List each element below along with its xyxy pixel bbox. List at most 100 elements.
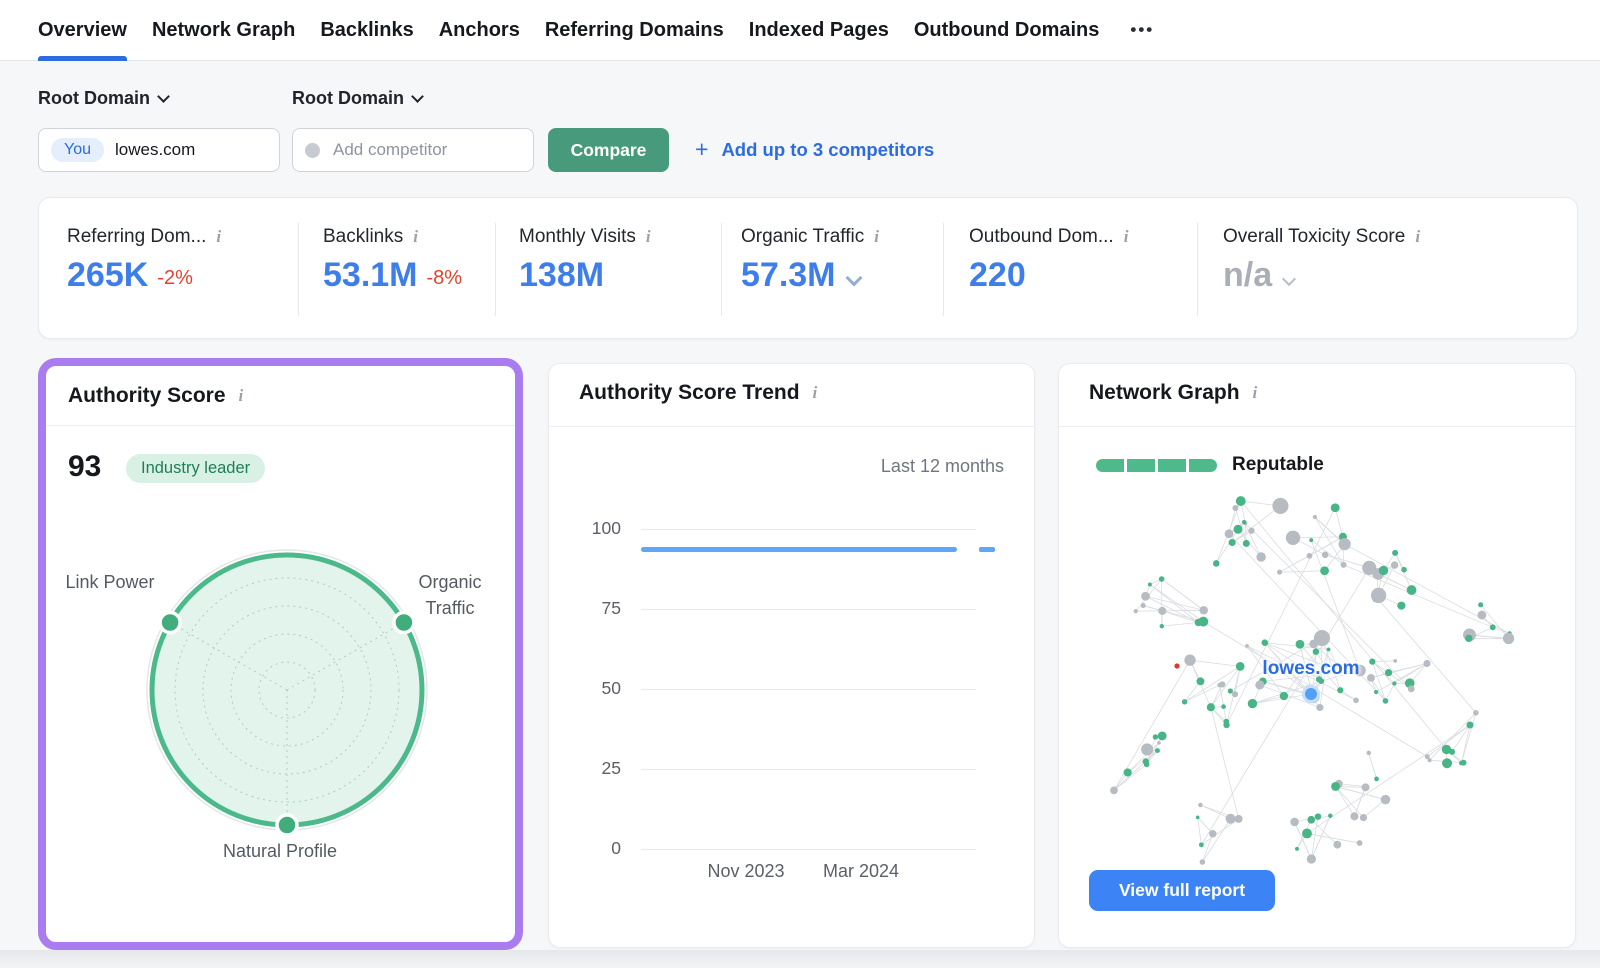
network-node xyxy=(1223,719,1229,725)
tab-referring-domains[interactable]: Referring Domains xyxy=(545,0,724,61)
tab-backlinks[interactable]: Backlinks xyxy=(320,0,413,61)
network-node xyxy=(1333,841,1341,849)
network-node xyxy=(1226,814,1236,824)
y-axis-tick: 75 xyxy=(563,598,621,619)
organic-traffic-dropdown[interactable]: 57.3M xyxy=(741,258,879,292)
network-node xyxy=(1160,624,1164,628)
info-icon[interactable]: i xyxy=(216,227,221,247)
radar-point-natural-profile xyxy=(277,815,297,835)
backlink-analytics-page: Overview Network Graph Backlinks Anchors… xyxy=(0,0,1600,968)
network-node xyxy=(1401,567,1407,573)
x-axis-tick: Nov 2023 xyxy=(686,861,806,882)
info-icon[interactable]: i xyxy=(413,227,418,247)
network-node xyxy=(1302,829,1312,839)
divider xyxy=(1197,223,1198,316)
network-node xyxy=(1219,681,1225,687)
network-node xyxy=(1286,531,1300,545)
info-icon[interactable]: i xyxy=(1415,227,1420,247)
network-node xyxy=(1465,635,1472,642)
network-node xyxy=(1442,758,1452,768)
network-graph-card: Network Graph i Reputable lowes.com View… xyxy=(1058,363,1576,948)
page-bottom-strip xyxy=(0,950,1600,968)
network-node xyxy=(1328,813,1332,817)
network-graph-visualization[interactable] xyxy=(1059,364,1577,949)
info-icon[interactable]: i xyxy=(1124,227,1129,247)
chevron-down-icon xyxy=(1282,272,1296,286)
network-node xyxy=(1313,515,1317,519)
x-axis-tick: Mar 2024 xyxy=(801,861,921,882)
network-node xyxy=(1158,731,1167,740)
metric-outbound-domains: Outbound Dom...i 220 xyxy=(969,226,1128,292)
root-domain-selector-competitor[interactable]: Root Domain xyxy=(292,88,422,109)
network-node xyxy=(1235,815,1243,823)
network-node xyxy=(1341,562,1347,568)
network-node xyxy=(1209,830,1216,837)
toxicity-dropdown[interactable]: n/a xyxy=(1223,258,1420,292)
competitor-dot-icon xyxy=(305,143,320,158)
metric-value: 57.3M xyxy=(741,258,836,292)
tab-outbound-domains[interactable]: Outbound Domains xyxy=(914,0,1100,61)
network-node xyxy=(1392,681,1396,685)
network-node xyxy=(1148,582,1152,586)
network-node xyxy=(1327,647,1331,651)
network-node xyxy=(1379,566,1388,575)
network-node xyxy=(1407,585,1417,595)
network-node xyxy=(1350,812,1358,820)
view-full-report-button[interactable]: View full report xyxy=(1089,870,1275,911)
network-node xyxy=(1316,704,1323,711)
network-node xyxy=(1228,688,1233,693)
tab-indexed-pages[interactable]: Indexed Pages xyxy=(749,0,889,61)
you-domain-input[interactable]: You lowes.com xyxy=(38,128,280,172)
competitor-input[interactable] xyxy=(331,139,495,161)
gridline xyxy=(641,849,976,850)
network-node xyxy=(1232,505,1238,511)
network-node xyxy=(1200,859,1206,865)
network-node xyxy=(1339,538,1351,550)
network-node xyxy=(1134,609,1138,613)
meter-segment xyxy=(1158,459,1186,472)
network-node xyxy=(1157,741,1161,745)
info-icon[interactable]: i xyxy=(646,227,651,247)
tab-network-graph[interactable]: Network Graph xyxy=(152,0,295,61)
metric-monthly-visits: Monthly Visitsi 138M xyxy=(519,226,651,292)
network-node xyxy=(1397,602,1405,610)
more-tabs-icon[interactable]: ••• xyxy=(1124,0,1154,61)
network-node xyxy=(1141,592,1150,601)
plus-icon: + xyxy=(695,136,708,163)
network-node xyxy=(1307,553,1313,559)
network-node xyxy=(1158,607,1166,615)
network-node xyxy=(1466,721,1473,728)
network-node xyxy=(1256,552,1265,561)
network-node xyxy=(1315,813,1322,820)
network-node xyxy=(1391,561,1398,568)
gridline xyxy=(641,689,976,690)
network-node xyxy=(1320,566,1329,575)
tab-overview[interactable]: Overview xyxy=(38,0,127,61)
radar-point-link-power xyxy=(160,613,180,633)
y-axis-tick: 0 xyxy=(563,838,621,859)
tab-label: Overview xyxy=(38,19,127,42)
network-node xyxy=(1182,699,1187,704)
competitor-input-box[interactable] xyxy=(292,128,534,172)
compare-button[interactable]: Compare xyxy=(548,128,669,172)
info-icon[interactable]: i xyxy=(239,386,244,406)
tab-anchors[interactable]: Anchors xyxy=(439,0,520,61)
gridline xyxy=(641,769,976,770)
info-icon[interactable]: i xyxy=(874,227,879,247)
network-node xyxy=(1225,529,1234,538)
add-competitors-link[interactable]: + Add up to 3 competitors xyxy=(695,128,934,172)
network-node xyxy=(1232,691,1238,697)
network-node xyxy=(1229,539,1236,546)
you-domain-value: lowes.com xyxy=(115,140,195,160)
chevron-down-icon xyxy=(411,90,424,103)
network-node xyxy=(1198,803,1203,808)
divider xyxy=(943,223,944,316)
network-node xyxy=(1143,758,1149,764)
network-node xyxy=(1196,677,1204,685)
root-domain-selector-you[interactable]: Root Domain xyxy=(38,88,168,109)
trend-chart: 1007550250Nov 2023Mar 2024 xyxy=(549,364,1034,947)
network-node xyxy=(1248,699,1257,708)
network-node xyxy=(1245,644,1249,648)
network-node-center xyxy=(1304,687,1319,702)
chevron-down-icon xyxy=(157,90,170,103)
